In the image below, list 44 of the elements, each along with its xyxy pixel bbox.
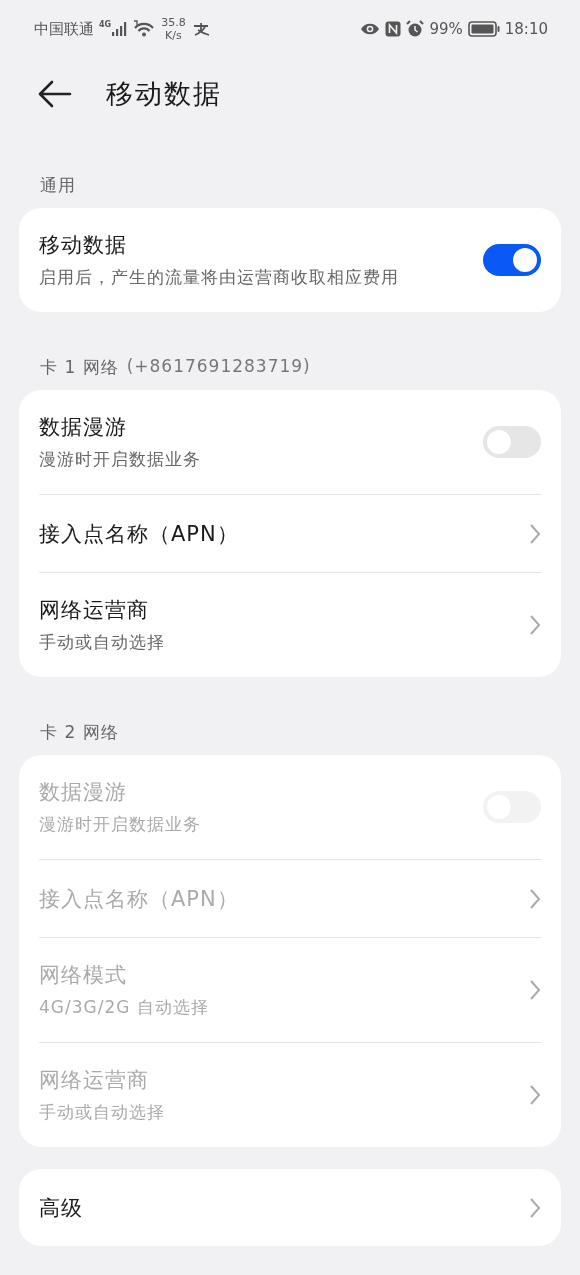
setting-title: 网络运营商: [39, 1067, 150, 1094]
chevron-right-icon: [529, 1196, 541, 1219]
toggle-switch[interactable]: [483, 244, 541, 276]
setting-title: 移动数据: [39, 232, 128, 259]
page-title: 移动数据: [106, 77, 222, 111]
setting-description: 漫游时开启数据业务: [39, 813, 201, 836]
setting-row[interactable]: 接入点名称（APN）: [39, 495, 541, 573]
setting-row[interactable]: 移动数据 启用后，产生的流量将由运营商收取相应费用: [39, 208, 541, 312]
setting-title: 网络运营商: [39, 597, 150, 624]
setting-title: 接入点名称（APN）: [39, 885, 239, 913]
setting-title: 数据漫游: [39, 414, 128, 441]
nfc-icon: [385, 21, 402, 37]
battery-percent: 99%: [429, 20, 463, 38]
back-button[interactable]: [38, 80, 72, 108]
setting-description: 4G/3G/2G 自动选择: [39, 996, 209, 1019]
chevron-right-icon: [529, 887, 541, 910]
setting-title: 数据漫游: [39, 779, 128, 806]
carrier-name: 中国联通: [34, 19, 94, 39]
clock-time: 18:10: [504, 20, 548, 38]
wifi-icon: [132, 20, 157, 38]
chevron-right-icon: [529, 1084, 541, 1106]
chevron-right-icon: [529, 979, 541, 1001]
alarm-icon: [406, 20, 425, 38]
setting-description: 启用后，产生的流量将由运营商收取相应费用: [39, 266, 399, 289]
phone-number: (+8617691283719): [126, 356, 311, 378]
speed-value: 35.8: [161, 16, 186, 29]
battery-icon: [467, 21, 500, 37]
chevron-right-icon: [529, 522, 541, 545]
setting-title: 高级: [39, 1194, 83, 1222]
toggle-switch[interactable]: [483, 426, 541, 458]
setting-description: 手动或自动选择: [39, 1101, 165, 1124]
setting-row[interactable]: 网络运营商 手动或自动选择: [39, 573, 541, 677]
setting-title: 网络模式: [39, 962, 128, 989]
setting-description: 漫游时开启数据业务: [39, 448, 201, 471]
setting-description: 手动或自动选择: [39, 631, 165, 654]
speed-unit: K/s: [165, 29, 182, 42]
setting-row[interactable]: 数据漫游 漫游时开启数据业务: [39, 390, 541, 495]
section-label: 卡 2 网络: [40, 721, 119, 744]
section-label: 通用: [40, 174, 76, 197]
eye-icon: [360, 22, 381, 36]
section-label: 卡 1 网络: [40, 356, 119, 379]
setting-row[interactable]: 高级: [39, 1169, 541, 1246]
chevron-right-icon: [529, 614, 541, 636]
setting-title: 接入点名称（APN）: [39, 520, 239, 548]
